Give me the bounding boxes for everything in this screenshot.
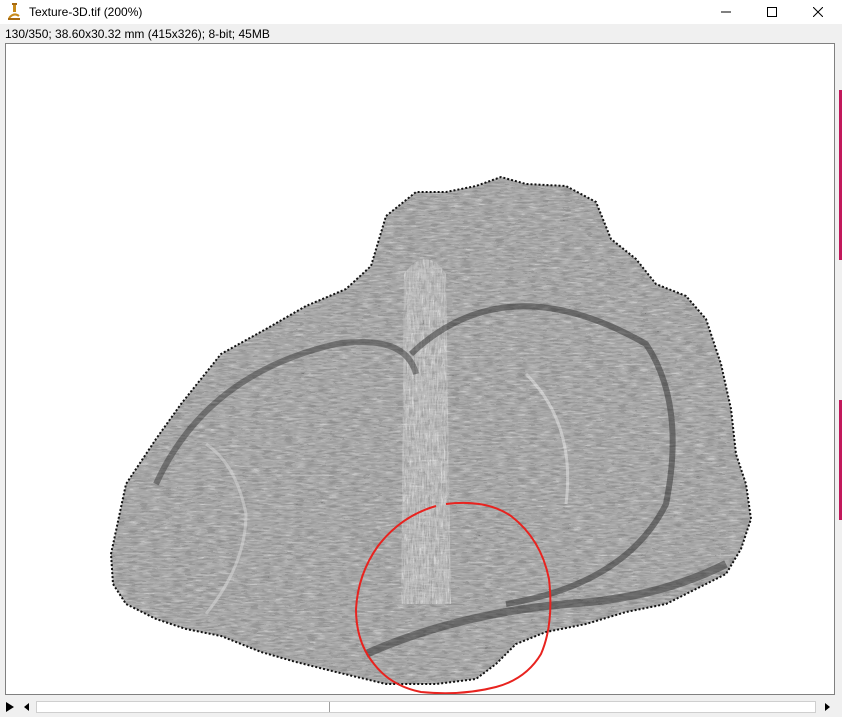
maximize-button[interactable] (749, 0, 795, 24)
close-button[interactable] (795, 0, 841, 24)
scroll-left-arrow-icon[interactable] (20, 700, 34, 714)
minimize-icon (721, 11, 731, 13)
scroll-thumb[interactable] (37, 702, 330, 712)
maximize-icon (767, 7, 777, 17)
scroll-track[interactable] (36, 701, 816, 713)
microscope-icon (8, 3, 20, 20)
scroll-track-remaining[interactable] (330, 702, 815, 712)
slice-scrollbar[interactable] (0, 698, 842, 717)
image-canvas[interactable] (5, 43, 835, 695)
scroll-right-arrow-icon[interactable] (820, 700, 834, 714)
close-icon (813, 7, 823, 17)
play-icon[interactable] (3, 700, 17, 714)
window-title: Texture-3D.tif (200%) (29, 5, 143, 19)
minimize-button[interactable] (703, 0, 749, 24)
texture-specimen (111, 177, 751, 684)
image-info-text: 130/350; 38.60x30.32 mm (415x326); 8-bit… (5, 27, 270, 41)
image-view (109, 175, 753, 694)
title-bar[interactable]: Texture-3D.tif (200%) (0, 0, 842, 24)
